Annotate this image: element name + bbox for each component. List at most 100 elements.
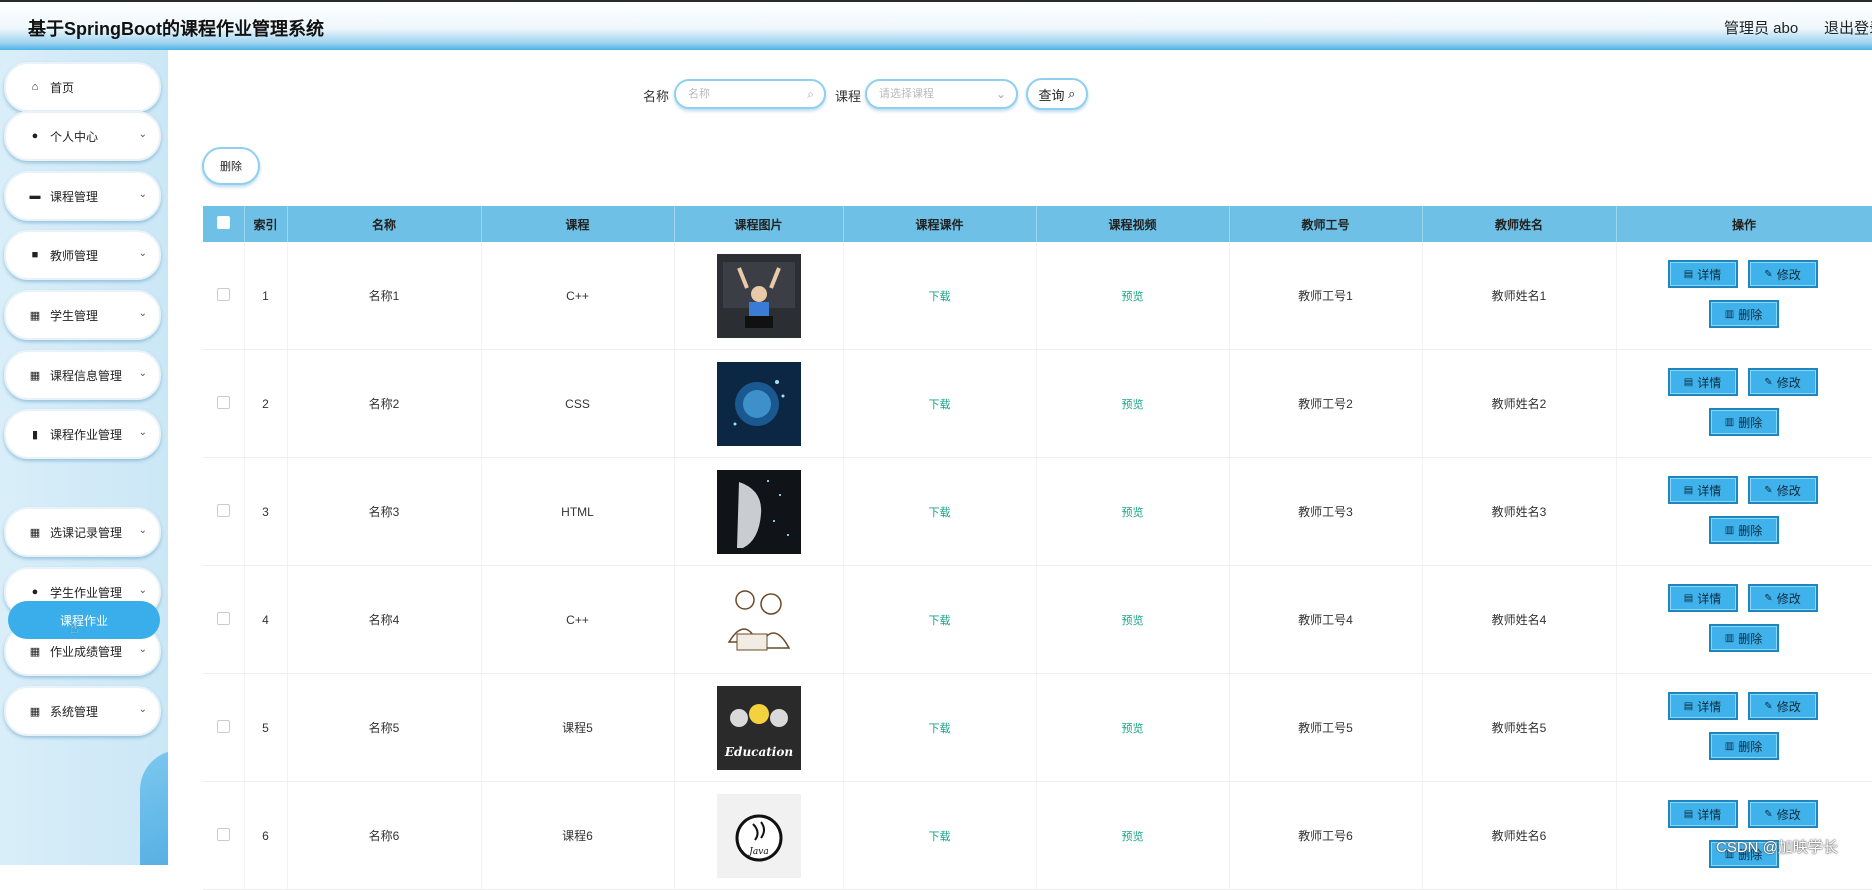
batch-delete-button[interactable]: 删除 — [202, 147, 260, 185]
sidebar-item[interactable]: ▬ 课程管理 ⌄ — [4, 171, 161, 221]
detail-button[interactable]: ▤ 详情 — [1667, 476, 1738, 504]
sidebar-item[interactable]: ▦ 选课记录管理 ⌄ — [4, 507, 161, 557]
row-course-image — [674, 457, 844, 566]
detail-button[interactable]: ▤ 详情 — [1667, 800, 1738, 828]
row-index: 2 — [244, 349, 288, 458]
sidebar: ⌂ 首页 ● 个人中心 ⌄ ▬ 课程管理 ⌄ ■ 教师管理 ⌄ ▦ 学生管理 ⌄ ▦ 课程信息管理 ⌄ ▮ 课程作业… — [0, 50, 168, 865]
row-courseware: 下载 — [843, 242, 1037, 350]
row-actions: ▤ 详情 ✎ 修改 ▥ 删除 — [1616, 242, 1872, 350]
sidebar-item[interactable]: ● 个人中心 ⌄ — [4, 111, 161, 161]
download-link[interactable]: 下载 — [929, 399, 951, 411]
preview-link[interactable]: 预览 — [1122, 615, 1144, 627]
download-link[interactable]: 下载 — [929, 723, 951, 735]
detail-button[interactable]: ▤ 详情 — [1667, 368, 1738, 396]
download-link[interactable]: 下载 — [929, 507, 951, 519]
delete-button[interactable]: ▥ 删除 — [1708, 624, 1779, 652]
briefcase-icon: ▬ — [29, 190, 41, 202]
search-icon: ⌕ — [807, 87, 814, 101]
row-courseware: 下载 — [843, 457, 1037, 566]
row-video: 预览 — [1036, 673, 1230, 782]
chevron-down-icon: ⌄ — [138, 308, 147, 319]
row-name: 名称5 — [287, 673, 482, 782]
preview-link[interactable]: 预览 — [1122, 399, 1144, 411]
edit-button[interactable]: ✎ 修改 — [1747, 692, 1818, 720]
table-row: 3 名称3 HTML 下载 预览 教师工号3 教师姓名3 ▤ 详情 ✎ 修改 ▥ 删除 — [203, 457, 1872, 566]
edit-button[interactable]: ✎ 修改 — [1747, 584, 1818, 612]
preview-link[interactable]: 预览 — [1122, 507, 1144, 519]
download-link[interactable]: 下载 — [929, 831, 951, 843]
row-course-image — [674, 565, 844, 674]
preview-link[interactable]: 预览 — [1122, 291, 1144, 303]
edit-button[interactable]: ✎ 修改 — [1747, 368, 1818, 396]
download-link[interactable]: 下载 — [929, 615, 951, 627]
query-button[interactable]: 查询 ⌕ — [1026, 78, 1088, 110]
sidebar-item[interactable]: ▦ 系统管理 ⌄ — [4, 686, 161, 736]
edit-button[interactable]: ✎ 修改 — [1747, 260, 1818, 288]
sidebar-item[interactable]: ⌂ 首页 — [4, 62, 161, 112]
pencil-icon: ✎ — [1764, 808, 1773, 820]
row-checkbox[interactable] — [203, 457, 245, 566]
document-icon: ▤ — [1683, 592, 1694, 604]
delete-button[interactable]: ▥ 删除 — [1708, 732, 1779, 760]
edit-button[interactable]: ✎ 修改 — [1747, 476, 1818, 504]
row-video: 预览 — [1036, 781, 1230, 890]
detail-button[interactable]: ▤ 详情 — [1667, 692, 1738, 720]
delete-button[interactable]: ▥ 删除 — [1708, 516, 1779, 544]
column-header: 索引 — [244, 206, 288, 242]
row-name: 名称3 — [287, 457, 482, 566]
students-image — [716, 253, 801, 338]
preview-link[interactable]: 预览 — [1122, 723, 1144, 735]
table-header-row: 索引 名称 课程 课程图片 课程课件 课程视频 教师工号 教师姓名 操作 — [203, 206, 1872, 242]
logout-link[interactable]: 退出登录 — [1824, 17, 1872, 38]
row-teacher-name: 教师姓名2 — [1422, 349, 1617, 458]
chat-icon: ■ — [31, 249, 39, 261]
sidebar-item[interactable]: ▦ 学生管理 ⌄ — [4, 290, 161, 340]
chevron-down-icon: ⌄ — [138, 129, 147, 140]
row-course-image — [674, 242, 844, 350]
column-header: 课程课件 — [843, 206, 1037, 242]
row-checkbox[interactable] — [203, 349, 245, 458]
row-name: 名称1 — [287, 242, 482, 350]
row-index: 4 — [244, 565, 288, 674]
row-courseware: 下载 — [843, 349, 1037, 458]
edit-button[interactable]: ✎ 修改 — [1747, 800, 1818, 828]
download-link[interactable]: 下载 — [929, 291, 951, 303]
delete-button[interactable]: ▥ 删除 — [1708, 300, 1779, 328]
row-course-image: Java — [674, 781, 844, 890]
course-select[interactable]: 请选择课程 ⌄ — [865, 79, 1018, 109]
row-course: 课程5 — [481, 673, 675, 782]
trash-icon: ▥ — [1724, 308, 1735, 320]
row-video: 预览 — [1036, 565, 1230, 674]
row-index: 6 — [244, 781, 288, 890]
row-checkbox[interactable] — [203, 242, 245, 350]
sidebar-subitem-course-homework[interactable]: 课程作业 — [8, 601, 160, 639]
name-search-input[interactable]: 名称 ⌕ — [674, 79, 826, 109]
preview-link[interactable]: 预览 — [1122, 831, 1144, 843]
sidebar-item-label: 课程管理 — [50, 189, 99, 204]
sidebar-item[interactable]: ▮ 课程作业管理 ⌄ — [4, 409, 161, 459]
sidebar-item[interactable]: ■ 教师管理 ⌄ — [4, 230, 161, 280]
row-actions: ▤ 详情 ✎ 修改 ▥ 删除 — [1616, 673, 1872, 782]
table-row: 5 名称5 课程5 Education 下载 预览 教师工号5 教师姓名5 ▤ 详情 ✎ 修改 ▥ 删除 — [203, 673, 1872, 782]
row-course: C++ — [481, 242, 675, 350]
row-checkbox[interactable] — [203, 565, 245, 674]
admin-user-label: 管理员 abo — [1724, 20, 1799, 37]
sidebar-item[interactable]: ▦ 课程信息管理 ⌄ — [4, 350, 161, 400]
chevron-down-icon: ⌄ — [138, 704, 147, 715]
delete-button[interactable]: ▥ 删除 — [1708, 408, 1779, 436]
table-row: 2 名称2 CSS 下载 预览 教师工号2 教师姓名2 ▤ 详情 ✎ 修改 ▥ 删除 — [203, 349, 1872, 458]
row-checkbox[interactable] — [203, 673, 245, 782]
row-checkbox[interactable] — [203, 781, 245, 890]
select-all-checkbox[interactable] — [203, 206, 245, 242]
sidebar-decoration — [140, 750, 168, 865]
chevron-down-icon: ⌄ — [138, 644, 147, 655]
sidebar-item-label: 作业成绩管理 — [50, 644, 123, 659]
document-icon: ▤ — [1683, 484, 1694, 496]
detail-button[interactable]: ▤ 详情 — [1667, 260, 1738, 288]
sidebar-item-label: 教师管理 — [50, 248, 99, 263]
row-video: 预览 — [1036, 457, 1230, 566]
row-teacher-name: 教师姓名6 — [1422, 781, 1617, 890]
svg-text:Education: Education — [723, 745, 792, 759]
detail-button[interactable]: ▤ 详情 — [1667, 584, 1738, 612]
row-teacher-name: 教师姓名3 — [1422, 457, 1617, 566]
